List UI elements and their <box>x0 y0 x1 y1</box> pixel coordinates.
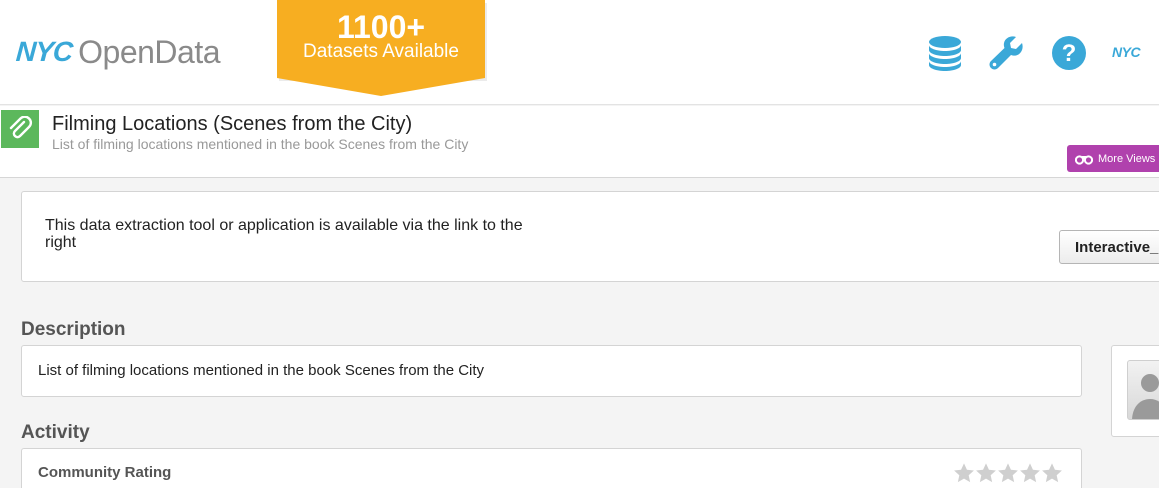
binoculars-icon <box>1075 154 1093 165</box>
page-subtitle: List of filming locations mentioned in t… <box>52 136 469 152</box>
help-icon[interactable]: ? <box>1050 34 1088 72</box>
logo-opendata-text: OpenData <box>78 33 220 70</box>
banner-text: Datasets Available <box>303 41 459 62</box>
database-icon[interactable] <box>926 34 964 72</box>
datasets-banner[interactable]: 1100+ Datasets Available <box>277 0 487 96</box>
description-heading: Description <box>21 319 126 340</box>
rating-stars[interactable] <box>953 462 1063 484</box>
star-icon[interactable] <box>1019 462 1041 484</box>
interactive-map-button[interactable]: Interactive_Map <box>1059 230 1159 264</box>
wrench-icon[interactable] <box>988 34 1026 72</box>
dataset-title-bar: Filming Locations (Scenes from the City)… <box>0 106 1159 178</box>
activity-heading: Activity <box>21 422 90 443</box>
community-rating-label: Community Rating <box>38 464 172 481</box>
more-views-button[interactable]: More Views <box>1067 145 1159 172</box>
description-text: List of filming locations mentioned in t… <box>38 362 485 379</box>
description-box: List of filming locations mentioned in t… <box>21 345 1082 397</box>
site-header: NYC OpenData 1100+ Datasets Available ? … <box>0 0 1159 105</box>
star-icon[interactable] <box>975 462 997 484</box>
paperclip-icon <box>1 110 39 148</box>
logo-nyc-text: NYC <box>14 36 74 67</box>
svg-text:?: ? <box>1062 40 1077 67</box>
more-views-label: More Views <box>1098 152 1156 165</box>
star-icon[interactable] <box>997 462 1019 484</box>
star-icon[interactable] <box>1041 462 1063 484</box>
nyc-gov-link[interactable]: NYC <box>1112 44 1141 60</box>
nyc-opendata-logo[interactable]: NYC OpenData <box>14 32 221 72</box>
page-title: Filming Locations (Scenes from the City) <box>52 113 413 135</box>
owner-card <box>1111 345 1159 437</box>
star-icon[interactable] <box>953 462 975 484</box>
avatar[interactable] <box>1127 360 1159 420</box>
banner-count: 1100+ <box>336 9 426 45</box>
activity-box: Community Rating <box>21 448 1082 488</box>
notice-text: This data extraction tool or application… <box>45 217 523 251</box>
external-tool-notice: This data extraction tool or application… <box>21 191 1159 282</box>
